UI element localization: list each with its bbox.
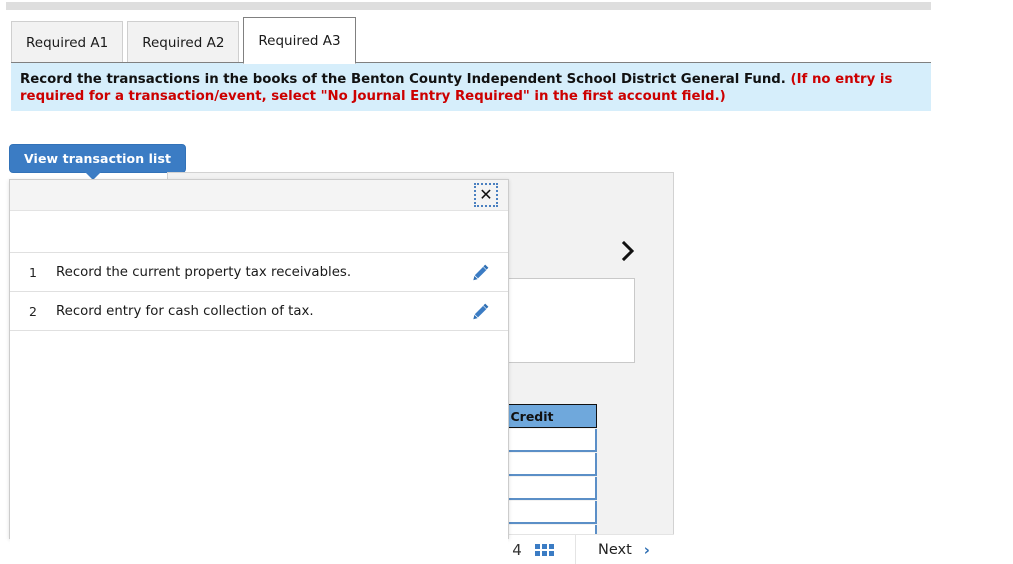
list-item[interactable]: 1 Record the current property tax receiv… [10,252,508,291]
view-transaction-list-wrap: View transaction list [9,144,187,180]
view-transaction-list-label: View transaction list [24,151,172,166]
transaction-list-popover: ✕ 1 Record the current property tax rece… [9,179,509,564]
content-frame: Required A1 Required A2 Required A3 Reco… [0,14,931,564]
chevron-right-icon: › [643,540,650,559]
app-root: Required A1 Required A2 Required A3 Reco… [0,0,1013,564]
transaction-number: 2 [29,303,37,319]
pencil-icon[interactable] [454,263,508,281]
instruction-banner: Record the transactions in the books of … [11,63,931,111]
chevron-right-icon[interactable] [621,240,635,266]
tab-label: Required A3 [258,32,341,49]
view-transaction-list-button[interactable]: View transaction list [9,144,187,173]
pencil-icon[interactable] [454,302,508,320]
grid-icon[interactable] [534,543,554,556]
popover-spacer [10,211,508,252]
page-total: 4 [512,540,522,559]
tab-required-a2[interactable]: Required A2 [127,21,240,64]
close-glyph: ✕ [479,185,493,204]
tab-required-a3[interactable]: Required A3 [243,17,356,64]
tab-required-a1[interactable]: Required A1 [11,21,124,64]
close-icon[interactable]: ✕ [474,183,498,207]
tab-label: Required A1 [26,34,109,51]
instruction-text: Record the transactions in the books of … [20,72,786,87]
popover-header: ✕ [10,180,508,211]
list-item[interactable]: 2 Record entry for cash collection of ta… [10,291,508,330]
tab-bar: Required A1 Required A2 Required A3 [11,16,360,64]
next-label: Next [598,541,632,558]
popover-empty-area [10,330,508,564]
next-button[interactable]: Next › [576,535,672,564]
transaction-description: Record the current property tax receivab… [56,264,352,280]
transaction-description: Record entry for cash collection of tax. [56,303,314,319]
top-scroll-bar[interactable] [6,2,931,10]
transaction-number: 1 [29,264,37,280]
credit-header-label: Credit [510,408,554,424]
tab-label: Required A2 [142,34,225,51]
